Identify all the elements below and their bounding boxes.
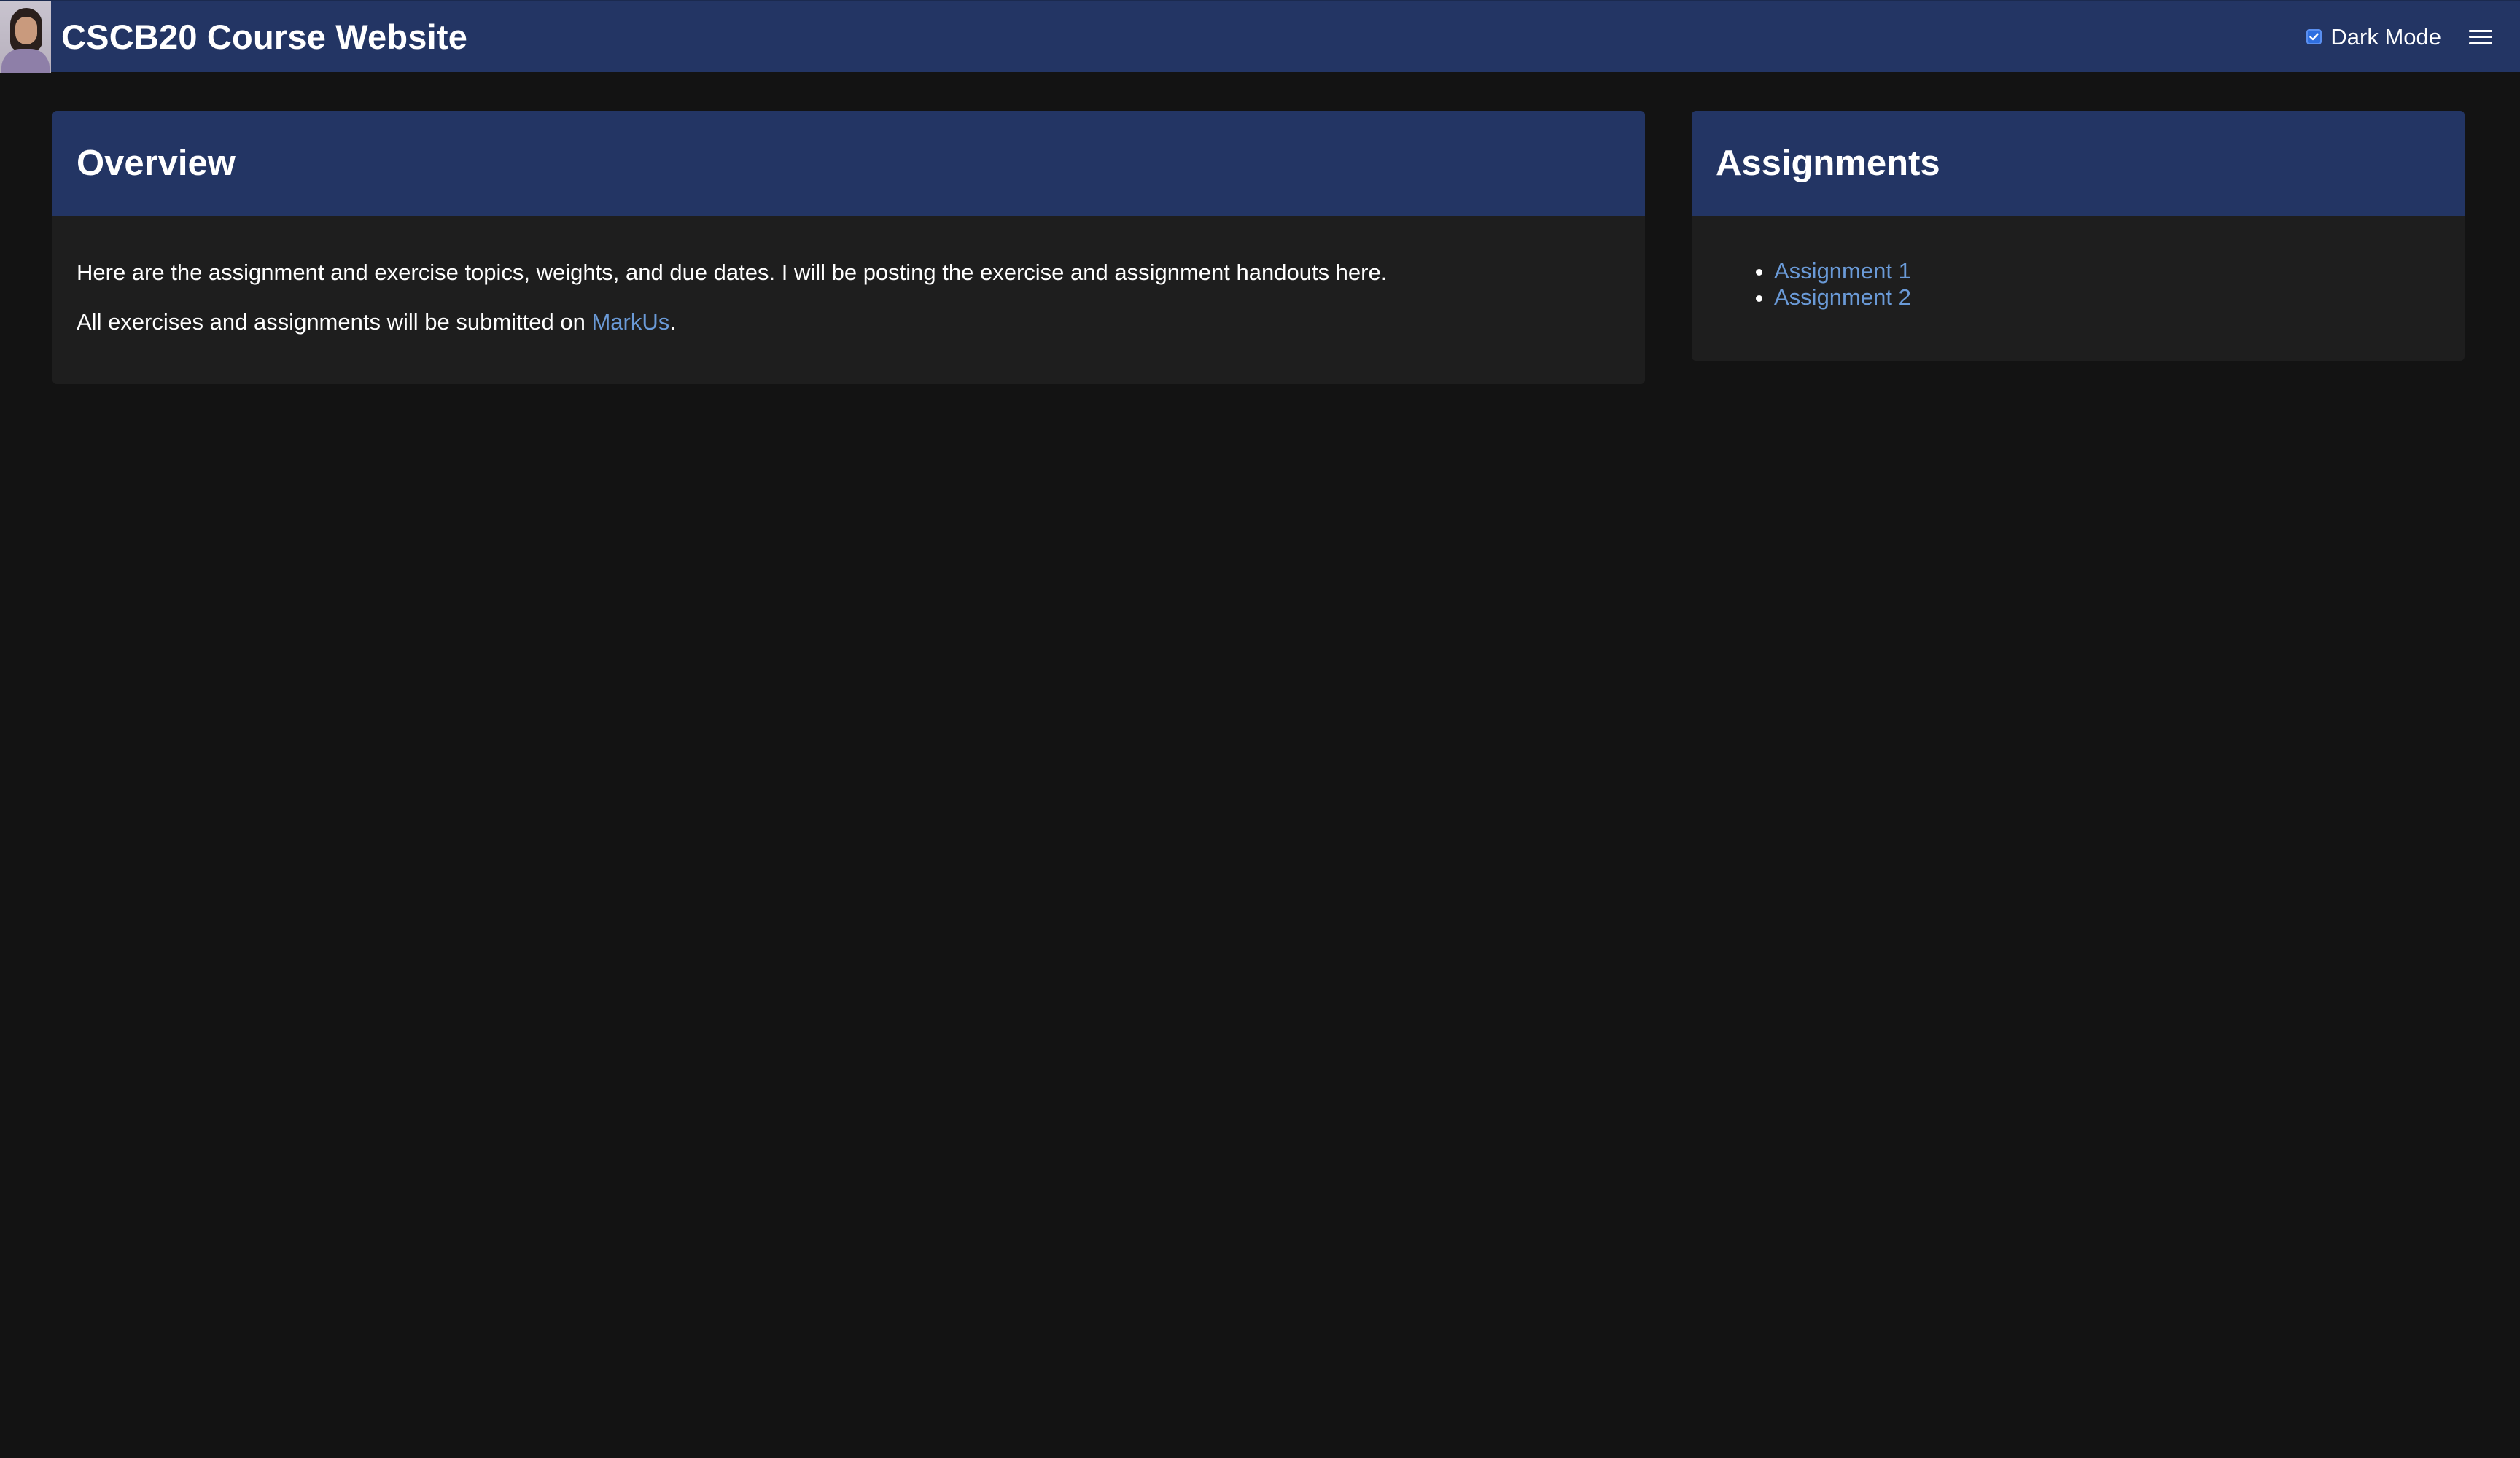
assignments-body: Assignment 1 Assignment 2 [1692, 216, 2465, 311]
assignments-card: Assignments Assignment 1 Assignment 2 [1692, 111, 2465, 361]
top-navigation-bar: CSCB20 Course Website Dark Mode [0, 0, 2520, 73]
overview-paragraph-2-end: . [669, 309, 676, 335]
overview-paragraph-2-text: All exercises and assignments will be su… [77, 309, 592, 335]
overview-paragraph-1: Here are the assignment and exercise top… [77, 260, 1388, 285]
overview-card: Overview Here are the assignment and exe… [52, 111, 1645, 384]
overview-heading: Overview [77, 144, 236, 183]
markus-link[interactable]: MarkUs [591, 309, 669, 335]
overview-card-header: Overview [52, 111, 1645, 216]
dark-mode-toggle[interactable]: Dark Mode [2306, 24, 2441, 50]
site-title: CSCB20 Course Website [61, 17, 468, 56]
list-item: Assignment 2 [1774, 284, 2441, 311]
checkmark-icon [2309, 33, 2319, 41]
profile-photo [0, 1, 51, 73]
hamburger-menu-icon[interactable] [2469, 27, 2492, 47]
overview-body: Here are the assignment and exercise top… [52, 216, 1645, 337]
assignment-2-link[interactable]: Assignment 2 [1774, 284, 1911, 310]
assignments-card-header: Assignments [1692, 111, 2465, 216]
assignment-1-link[interactable]: Assignment 1 [1774, 258, 1911, 284]
overview-paragraph-2: All exercises and assignments will be su… [77, 308, 1621, 337]
assignments-list: Assignment 1 Assignment 2 [1716, 258, 2441, 311]
dark-mode-checkbox[interactable] [2306, 29, 2322, 44]
list-item: Assignment 1 [1774, 258, 2441, 284]
dark-mode-label: Dark Mode [2330, 23, 2441, 50]
assignments-heading: Assignments [1716, 144, 1940, 183]
